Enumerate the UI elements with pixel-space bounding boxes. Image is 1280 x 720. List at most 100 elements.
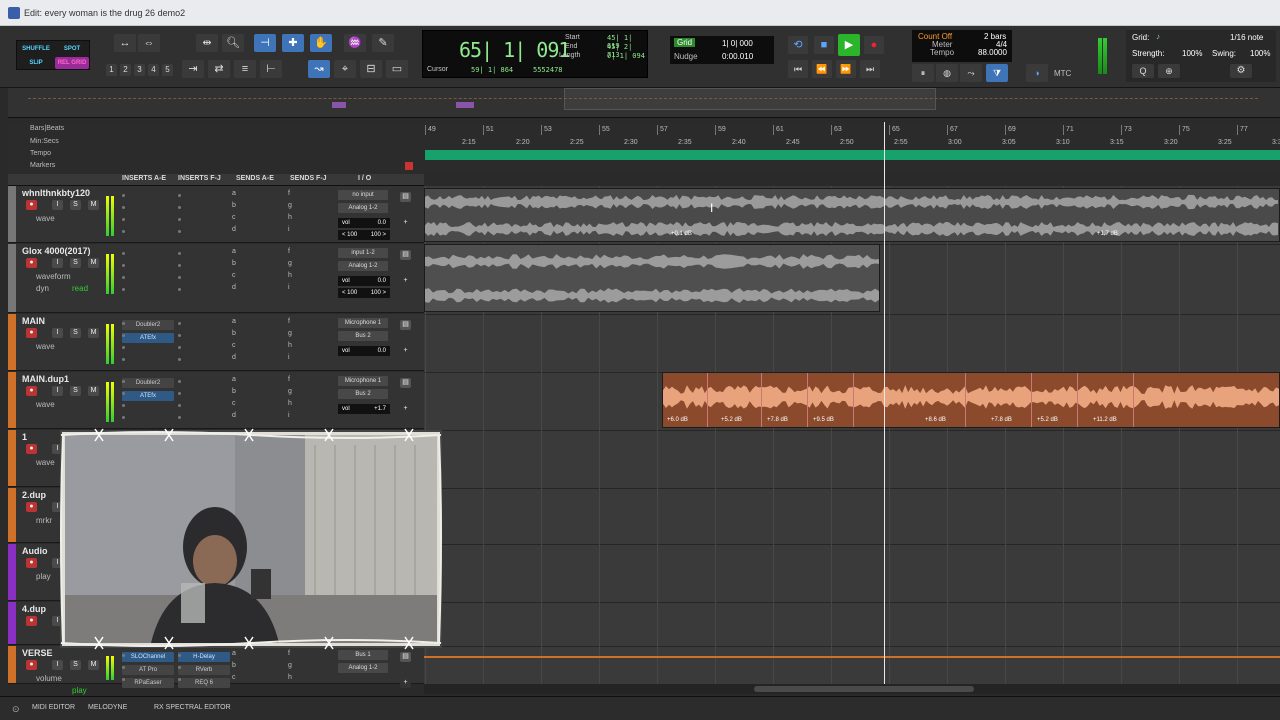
io-view-icon[interactable]: ▤ <box>400 320 411 330</box>
verse-volume-line[interactable] <box>424 656 1280 658</box>
insert-slot[interactable]: H-Delay <box>178 652 230 662</box>
clip-boundary[interactable] <box>1077 373 1078 427</box>
send-slot-letter[interactable]: f <box>288 248 290 255</box>
link-timeline-icon[interactable]: ⊢ <box>260 60 282 78</box>
track-name[interactable]: 1 <box>22 432 27 442</box>
track-input-selector[interactable]: input 1-2 <box>338 248 388 258</box>
grid-value[interactable]: 1| 0| 000 <box>722 39 753 48</box>
add-insert-icon[interactable]: + <box>400 218 411 228</box>
empty-insert-dot[interactable] <box>178 322 181 325</box>
clip-boundary[interactable] <box>965 373 966 427</box>
track-name[interactable]: VERSE <box>22 648 53 658</box>
solo-button[interactable]: S <box>70 328 81 338</box>
clip-boundary[interactable] <box>761 373 762 427</box>
volume-value[interactable]: 0.0 <box>378 276 390 286</box>
clip-gain-label[interactable]: +0.1 dB <box>671 231 692 237</box>
pencil-tool-icon[interactable]: ✎ <box>372 34 394 52</box>
empty-insert-dot[interactable] <box>178 206 181 209</box>
pan-left[interactable]: < 100 <box>342 232 357 238</box>
track-view-selector[interactable]: wave <box>36 458 55 467</box>
empty-insert-dot[interactable] <box>122 230 125 233</box>
send-slot-letter[interactable]: a <box>232 318 236 325</box>
mute-button[interactable]: M <box>88 660 99 670</box>
empty-insert-dot[interactable] <box>122 380 125 383</box>
track-name[interactable]: 2.dup <box>22 490 46 500</box>
metronome-icon[interactable]: ⧩ <box>986 64 1008 82</box>
add-insert-icon[interactable]: + <box>400 346 411 356</box>
insert-slot[interactable]: AT Pro <box>122 665 174 675</box>
length-value[interactable]: 0| 1| 094 <box>607 52 645 60</box>
send-slot-letter[interactable]: h <box>288 674 292 681</box>
track-output-selector[interactable]: Bus 2 <box>338 331 388 341</box>
io-view-icon[interactable]: ▤ <box>400 652 411 662</box>
zoomer-tool-icon[interactable]: 🔍︎ <box>222 34 244 52</box>
empty-insert-dot[interactable] <box>178 218 181 221</box>
send-slot-letter[interactable]: f <box>288 376 290 383</box>
bars-beats-ruler-label[interactable]: Bars|Beats <box>30 125 64 132</box>
empty-insert-dot[interactable] <box>178 404 181 407</box>
clip-gain-label[interactable]: +6.0 dB <box>667 417 688 423</box>
empty-insert-dot[interactable] <box>122 252 125 255</box>
send-slot-letter[interactable]: i <box>288 284 290 291</box>
trim-tool-icon[interactable]: ⊣ <box>254 34 276 52</box>
empty-insert-dot[interactable] <box>178 346 181 349</box>
send-slot-letter[interactable]: f <box>288 190 290 197</box>
tab-melodyne[interactable]: MELODYNE <box>88 704 127 711</box>
clip-boundary[interactable] <box>707 373 708 427</box>
track-view-selector[interactable]: mrkr <box>36 516 52 525</box>
send-slot-letter[interactable]: f <box>288 318 290 325</box>
send-slot-letter[interactable]: d <box>232 226 236 233</box>
clip-gain-label[interactable]: +5.2 dB <box>721 417 742 423</box>
empty-insert-dot[interactable] <box>122 666 125 669</box>
dyn-toggle[interactable]: dyn <box>36 284 49 293</box>
zoom-toggle-icon[interactable]: ⇹ <box>196 34 218 52</box>
markers-ruler-label[interactable]: Markers <box>30 162 55 169</box>
scroll-thumb[interactable] <box>754 686 974 692</box>
midi-merge-icon[interactable]: ⏸ <box>912 64 934 82</box>
zoom-in-horizontal-icon[interactable]: ⇔ <box>138 34 160 52</box>
tab-rx-spectral-editor[interactable]: RX SPECTRAL EDITOR <box>154 704 231 711</box>
send-slot-letter[interactable]: d <box>232 284 236 291</box>
automation-mode[interactable]: play <box>72 686 87 695</box>
empty-insert-dot[interactable] <box>122 392 125 395</box>
mute-button[interactable]: M <box>88 386 99 396</box>
solo-button[interactable]: S <box>70 660 81 670</box>
send-slot-letter[interactable]: g <box>288 388 292 395</box>
link-track-selection-icon[interactable]: ↝ <box>308 60 330 78</box>
audio-clip-glox[interactable] <box>424 244 880 312</box>
record-enable-button[interactable]: ● <box>26 328 37 338</box>
insertion-follows-playback-icon[interactable]: ⌖ <box>334 60 356 78</box>
empty-insert-dot[interactable] <box>122 404 125 407</box>
empty-insert-dot[interactable] <box>178 230 181 233</box>
record-enable-button[interactable]: ● <box>26 200 37 210</box>
selector-tool-icon[interactable]: ✚ <box>282 34 304 52</box>
grabber-tool-icon[interactable]: ✋ <box>310 34 332 52</box>
send-slot-letter[interactable]: c <box>232 674 236 681</box>
pan-right[interactable]: 100 > <box>371 288 390 298</box>
rt-grid-value[interactable]: 1/16 note <box>1230 33 1263 42</box>
overview-view-window[interactable] <box>564 88 936 110</box>
solo-button[interactable]: S <box>70 200 81 210</box>
empty-insert-dot[interactable] <box>122 194 125 197</box>
empty-insert-dot[interactable] <box>122 276 125 279</box>
record-enable-button[interactable]: ● <box>26 660 37 670</box>
grid-label[interactable]: Grid <box>674 38 696 47</box>
send-slot-letter[interactable]: b <box>232 202 236 209</box>
send-slot-letter[interactable]: a <box>232 376 236 383</box>
io-view-icon[interactable]: ▤ <box>400 250 411 260</box>
playhead-cursor[interactable] <box>884 122 885 684</box>
record-enable-button[interactable]: ● <box>26 558 37 568</box>
strength-value[interactable]: 100% <box>1182 49 1202 58</box>
empty-insert-dot[interactable] <box>178 252 181 255</box>
empty-insert-dot[interactable] <box>178 392 181 395</box>
insert-slot[interactable]: ATEfx <box>122 391 174 401</box>
send-slot-letter[interactable]: c <box>232 342 236 349</box>
empty-insert-dot[interactable] <box>122 206 125 209</box>
edit-lock-icon[interactable]: ⊟ <box>360 60 382 78</box>
collapse-icon[interactable]: ⊙ <box>12 704 20 715</box>
empty-insert-dot[interactable] <box>122 322 125 325</box>
play-icon[interactable]: ▶ <box>838 34 860 56</box>
quantize-icon[interactable]: Q <box>1132 64 1154 78</box>
clip-boundary[interactable] <box>1133 373 1134 427</box>
send-slot-letter[interactable]: i <box>288 412 290 419</box>
